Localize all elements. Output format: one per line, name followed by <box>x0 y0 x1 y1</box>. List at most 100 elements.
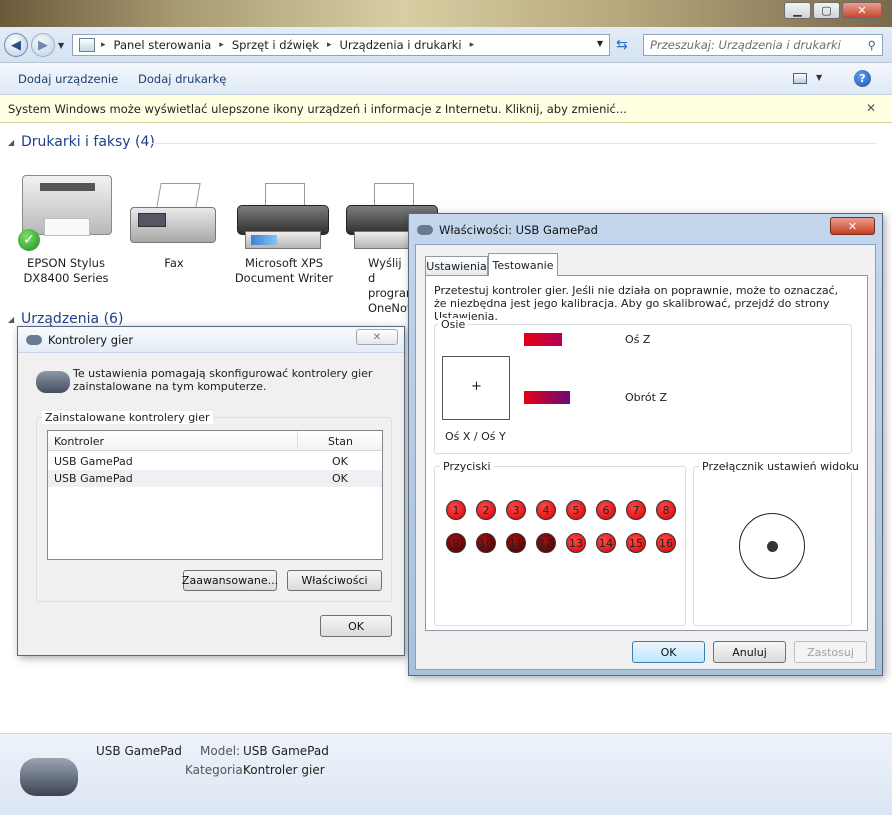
column-header-controller[interactable]: Kontroler <box>54 435 104 448</box>
properties-body: Ustawienia Testowanie Przetestuj kontrol… <box>415 244 876 670</box>
breadcrumb-hardware-sound[interactable]: Sprzęt i dźwięk <box>232 38 319 52</box>
view-options-chevron-icon[interactable]: ▼ <box>816 73 822 82</box>
breadcrumb-arrow-icon: ▸ <box>101 40 106 50</box>
back-button[interactable]: ◀ <box>4 33 28 57</box>
table-row[interactable]: USB GamePad OK <box>48 470 382 487</box>
pov-indicator <box>767 541 778 552</box>
printers-group-title[interactable]: Drukarki i faksy (4) <box>21 134 155 150</box>
pov-circle <box>739 513 805 579</box>
search-input[interactable]: Przeszukaj: Urządzenia i drukarki ⚲ <box>643 34 883 56</box>
search-icon[interactable]: ⚲ <box>868 38 876 52</box>
joystick-button-indicator: 14 <box>596 533 616 553</box>
add-printer-button[interactable]: Dodaj drukarkę <box>138 72 226 86</box>
axes-label: Osie <box>438 318 469 331</box>
dialog-description: Te ustawienia pomagają skonfigurować kon… <box>73 367 373 393</box>
controller-status: OK <box>332 472 348 485</box>
ok-button[interactable]: OK <box>320 615 392 637</box>
properties-close-button[interactable]: ✕ <box>830 217 875 235</box>
controller-status: OK <box>332 455 348 468</box>
gamepad-small-icon <box>26 334 42 345</box>
joystick-button-indicator: 6 <box>596 500 616 520</box>
category-value: Kontroler gier <box>243 763 325 777</box>
breadcrumb-devices-printers[interactable]: Urządzenia i drukarki <box>339 38 461 52</box>
add-device-button[interactable]: Dodaj urządzenie <box>18 72 118 86</box>
xps-printer-icon[interactable] <box>237 183 329 253</box>
printer-label-fax[interactable]: Fax <box>120 256 228 271</box>
devices-group-title[interactable]: Urządzenia (6) <box>21 311 123 327</box>
joystick-button-indicator: 2 <box>476 500 496 520</box>
joystick-button-indicator: 15 <box>626 533 646 553</box>
joystick-button-indicator: 10 <box>476 533 496 553</box>
column-header-status[interactable]: Stan <box>328 435 353 448</box>
controller-name: USB GamePad <box>54 472 133 485</box>
minimize-button[interactable]: ▁ <box>784 2 811 19</box>
category-label: Kategoria: <box>185 763 247 777</box>
advanced-button[interactable]: Zaawansowane... <box>182 570 278 591</box>
search-placeholder: Przeszukaj: Urządzenia i drukarki <box>650 38 841 52</box>
recent-pages-chevron-icon[interactable]: ▼ <box>58 41 64 50</box>
fax-icon[interactable] <box>128 183 218 253</box>
printer-device-icon[interactable]: ✓ <box>18 173 112 253</box>
back-arrow-icon: ◀ <box>11 37 21 53</box>
close-button[interactable]: ✕ <box>842 2 882 19</box>
properties-button[interactable]: Właściwości <box>287 570 382 591</box>
breadcrumb-arrow-icon: ▸ <box>469 40 475 50</box>
collapse-arrow-icon[interactable]: ◢ <box>8 138 14 147</box>
info-bar-close-icon[interactable]: ✕ <box>866 101 876 115</box>
dialog-titlebar[interactable]: Kontrolery gier <box>18 327 404 353</box>
address-dropdown-icon[interactable]: ▼ <box>597 39 603 48</box>
device-name: USB GamePad <box>96 744 182 758</box>
pov-label: Przełącznik ustawień widoku <box>699 460 862 473</box>
controllers-list[interactable]: Kontroler Stan USB GamePad OK USB GamePa… <box>47 430 383 560</box>
forward-arrow-icon: ▶ <box>38 37 48 53</box>
joystick-button-indicator: 13 <box>566 533 586 553</box>
joystick-button-indicator: 1 <box>446 500 466 520</box>
refresh-icon[interactable]: ⇆ <box>616 37 628 53</box>
ok-button[interactable]: OK <box>632 641 705 663</box>
joystick-button-indicator: 11 <box>506 533 526 553</box>
joystick-button-indicator: 5 <box>566 500 586 520</box>
z-rotation-bar <box>524 391 570 404</box>
game-controllers-dialog: Kontrolery gier ✕ Te ustawienia pomagają… <box>17 326 405 656</box>
buttons-label: Przyciski <box>440 460 494 473</box>
default-printer-check-icon: ✓ <box>18 229 40 251</box>
printer-label-epson[interactable]: EPSON Stylus DX8400 Series <box>12 256 120 286</box>
testing-panel: Przetestuj kontroler gier. Jeśli nie dzi… <box>425 275 868 631</box>
tab-testing[interactable]: Testowanie <box>488 253 558 276</box>
gamepad-large-icon <box>20 758 78 796</box>
gamepad-icon <box>36 371 70 393</box>
dialog-close-button[interactable]: ✕ <box>356 329 398 345</box>
printer-label-onenote[interactable]: Wyślij d program OneNote <box>350 256 419 316</box>
controller-name: USB GamePad <box>54 455 133 468</box>
view-options-icon[interactable] <box>793 73 807 84</box>
forward-button[interactable]: ▶ <box>31 33 55 57</box>
dialog-title: Kontrolery gier <box>48 332 134 347</box>
breadcrumb-control-panel[interactable]: Panel sterowania <box>114 38 212 52</box>
z-axis-bar <box>524 333 562 346</box>
collapse-arrow-icon[interactable]: ◢ <box>8 315 14 324</box>
help-icon[interactable]: ? <box>854 70 871 87</box>
joystick-button-indicator: 7 <box>626 500 646 520</box>
maximize-button[interactable]: ▢ <box>813 2 840 19</box>
properties-titlebar[interactable]: Właściwości: USB GamePad <box>409 217 879 243</box>
cancel-button[interactable]: Anuluj <box>713 641 786 663</box>
joystick-button-indicator: 4 <box>536 500 556 520</box>
printer-label-xps[interactable]: Microsoft XPS Document Writer <box>230 256 338 286</box>
properties-title: Właściwości: USB GamePad <box>439 223 598 237</box>
info-bar-text: System Windows może wyświetlać ulepszone… <box>8 102 627 116</box>
address-field[interactable]: ▸ Panel sterowania ▸ Sprzęt i dźwięk ▸ U… <box>72 34 610 56</box>
breadcrumb-arrow-icon: ▸ <box>219 40 224 50</box>
properties-dialog: Właściwości: USB GamePad ✕ Ustawienia Te… <box>408 213 883 676</box>
desktop-background-strip <box>0 0 892 27</box>
list-header: Kontroler Stan <box>48 431 382 451</box>
joystick-button-indicator: 9 <box>446 533 466 553</box>
z-axis-label: Oś Z <box>625 333 651 346</box>
joystick-button-indicator: 12 <box>536 533 556 553</box>
z-rotation-label: Obrót Z <box>625 391 667 404</box>
group-divider <box>152 143 877 144</box>
apply-button[interactable]: Zastosuj <box>794 641 867 663</box>
tab-settings[interactable]: Ustawienia <box>425 256 488 275</box>
info-bar[interactable]: System Windows może wyświetlać ulepszone… <box>0 95 892 123</box>
model-value: USB GamePad <box>243 744 329 758</box>
table-row[interactable]: USB GamePad OK <box>48 453 382 470</box>
